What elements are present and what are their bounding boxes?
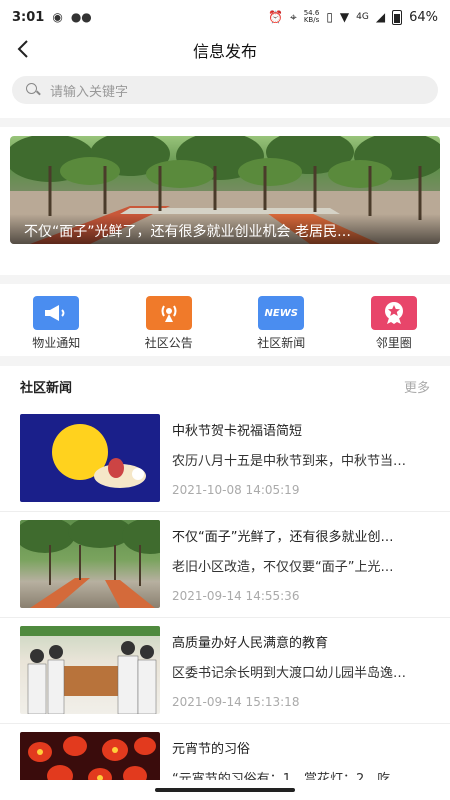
home-indicator[interactable] xyxy=(0,780,450,800)
wechat-icon: ●● xyxy=(70,10,92,24)
wifi-icon: ▼ xyxy=(339,10,350,24)
home-indicator-bar xyxy=(155,788,295,792)
news-title: 不仅“面子”光鲜了，还有很多就业创… xyxy=(172,530,394,545)
signal-icon: ◢ xyxy=(375,10,386,24)
quick-item-neighborhood[interactable]: 邻里圈 xyxy=(354,296,434,351)
quick-label: 邻里圈 xyxy=(375,336,412,350)
news-header: 社区新闻 更多 xyxy=(0,366,450,406)
vibrate-icon: ▯ xyxy=(326,10,333,24)
news-section: 社区新闻 更多 中秋节贺卡祝福语简短 农历八月十五是中秋节到来，中秋节当… 20… xyxy=(0,366,450,800)
news-thumbnail xyxy=(20,626,160,714)
page-title: 信息发布 xyxy=(192,42,257,61)
net-speed-unit: KB/s xyxy=(303,16,320,24)
status-time: 3:01 xyxy=(12,9,45,25)
quick-label: 社区新闻 xyxy=(257,336,306,350)
battery-level: 64% xyxy=(409,9,438,25)
alarm-icon: ⏰ xyxy=(268,10,283,24)
nav-bar: 信息发布 xyxy=(0,34,450,66)
news-section-title: 社区新闻 xyxy=(20,380,73,396)
news-date: 2021-09-14 15:13:18 xyxy=(172,695,300,709)
quick-label: 物业通知 xyxy=(32,336,81,350)
broadcast-icon xyxy=(145,296,192,330)
banner-carousel[interactable]: 不仅“面子”光鲜了，还有很多就业创业机会 老居民… xyxy=(10,136,440,244)
quick-menu: 物业通知 社区公告 NEWS 社区新闻 邻里圈 xyxy=(0,275,450,356)
megaphone-icon xyxy=(33,296,80,330)
banner-caption: 不仅“面子”光鲜了，还有很多就业创业机会 老居民… xyxy=(10,214,440,244)
search-section: 请输入关键字 xyxy=(0,66,450,118)
quick-item-community-announcement[interactable]: 社区公告 xyxy=(129,296,209,351)
back-icon[interactable] xyxy=(12,37,36,65)
search-placeholder: 请输入关键字 xyxy=(50,84,129,100)
news-summary: 区委书记余长明到大渡口幼儿园半岛逸… xyxy=(172,666,407,681)
news-icon: NEWS xyxy=(258,296,305,330)
news-summary: 农历八月十五是中秋节到来，中秋节当… xyxy=(172,454,407,469)
news-thumbnail xyxy=(20,520,160,608)
news-summary: 老旧小区改造，不仅仅要“面子”上光… xyxy=(172,560,394,575)
news-thumbnail xyxy=(20,414,160,502)
net-speed: 54.6 KB/s xyxy=(304,10,320,24)
news-date: 2021-10-08 14:05:19 xyxy=(172,483,300,497)
quick-item-property-notice[interactable]: 物业通知 xyxy=(16,296,96,351)
list-item[interactable]: 高质量办好人民满意的教育 区委书记余长明到大渡口幼儿园半岛逸… 2021-09-… xyxy=(0,618,450,724)
news-title: 中秋节贺卡祝福语简短 xyxy=(172,424,303,439)
quick-label: 社区公告 xyxy=(144,336,193,350)
status-bar: 3:01 ◉ ●● ⏰ ⌖ 54.6 KB/s ▯ ▼ 4G ◢ 64% xyxy=(0,0,450,34)
signal-type: 4G xyxy=(356,12,369,22)
more-link[interactable]: 更多 xyxy=(404,377,430,396)
list-item[interactable]: 不仅“面子”光鲜了，还有很多就业创… 老旧小区改造，不仅仅要“面子”上光… 20… xyxy=(0,512,450,618)
battery-icon xyxy=(392,9,403,25)
location-icon: ⌖ xyxy=(289,9,297,24)
news-title: 元宵节的习俗 xyxy=(172,742,251,757)
weibo-icon: ◉ xyxy=(52,10,63,24)
news-date: 2021-09-14 14:55:36 xyxy=(172,589,300,603)
badge-icon xyxy=(370,296,417,330)
banner-section: 不仅“面子”光鲜了，还有很多就业创业机会 老居民… xyxy=(0,127,450,275)
search-input[interactable]: 请输入关键字 xyxy=(12,76,438,104)
search-icon xyxy=(26,83,40,97)
news-title: 高质量办好人民满意的教育 xyxy=(172,636,329,651)
list-item[interactable]: 中秋节贺卡祝福语简短 农历八月十五是中秋节到来，中秋节当… 2021-10-08… xyxy=(0,406,450,512)
quick-item-community-news[interactable]: NEWS 社区新闻 xyxy=(241,296,321,351)
